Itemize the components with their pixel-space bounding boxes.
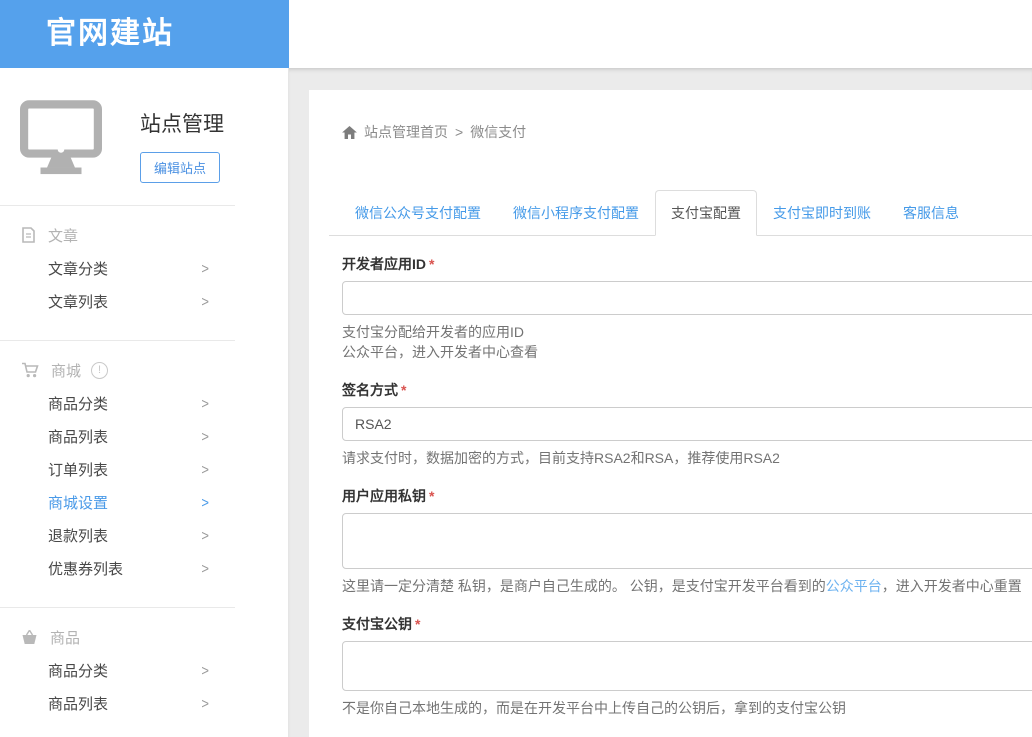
sign-type-help: 请求支付时，数据加密的方式，目前支持RSA2和RSA，推荐使用RSA2 xyxy=(342,448,1032,468)
cart-icon xyxy=(21,362,39,378)
sidebar-item-article-category[interactable]: 文章分类 > xyxy=(0,252,235,285)
field-label-text: 支付宝公钥 xyxy=(342,616,412,632)
edit-site-button[interactable]: 编辑站点 xyxy=(140,152,220,183)
sidebar-section-article-header: 文章 xyxy=(0,218,235,252)
sign-type-input[interactable] xyxy=(342,407,1032,441)
developer-app-id-label: 开发者应用ID* xyxy=(342,254,1032,274)
sidebar-item-order-list[interactable]: 订单列表 > xyxy=(0,453,235,486)
sidebar-item-product-list[interactable]: 商品列表 > xyxy=(0,420,235,453)
app-logo: 官网建站 xyxy=(0,0,289,68)
sidebar-section-label: 商品 xyxy=(50,627,80,648)
sidebar-item-label: 商城设置 xyxy=(48,492,108,513)
sidebar-item-coupon-list[interactable]: 优惠券列表 > xyxy=(0,552,235,585)
tab-alipay-instant[interactable]: 支付宝即时到账 xyxy=(757,190,887,236)
required-mark: * xyxy=(415,616,420,632)
sidebar-section-label: 文章 xyxy=(48,225,78,246)
sidebar-section-mall-header: 商城 ! xyxy=(0,353,235,387)
content-panel: 站点管理首页 > 微信支付 微信公众号支付配置 微信小程序支付配置 支付宝配置 … xyxy=(309,90,1032,737)
sign-type-label: 签名方式* xyxy=(342,380,1032,400)
breadcrumb: 站点管理首页 > 微信支付 xyxy=(342,122,1032,142)
sidebar-item-product-category[interactable]: 商品分类 > xyxy=(0,387,235,420)
chevron-right-icon: > xyxy=(201,428,209,445)
sidebar-item-label: 商品列表 xyxy=(48,693,108,714)
sidebar-item-article-list[interactable]: 文章列表 > xyxy=(0,285,235,318)
sidebar-section-article: 文章 文章分类 > 文章列表 > xyxy=(0,205,235,318)
developer-app-id-help-1: 支付宝分配给开发者的应用ID xyxy=(342,322,1032,342)
basket-icon xyxy=(21,629,38,645)
sidebar-item-label: 文章列表 xyxy=(48,291,108,312)
tab-wechat-miniprogram-pay[interactable]: 微信小程序支付配置 xyxy=(497,190,655,236)
sidebar-item-label: 文章分类 xyxy=(48,258,108,279)
document-icon xyxy=(21,227,36,243)
sidebar-item-label: 商品列表 xyxy=(48,426,108,447)
chevron-right-icon: > xyxy=(201,527,209,544)
site-title: 站点管理 xyxy=(140,108,224,138)
chevron-right-icon: > xyxy=(201,461,209,478)
chevron-right-icon: > xyxy=(201,494,209,511)
home-icon xyxy=(342,126,357,139)
chevron-right-icon: > xyxy=(201,662,209,679)
chevron-right-icon: > xyxy=(201,560,209,577)
alipay-public-key-help: 不是你自己本地生成的，而是在开发平台中上传自己的公钥后，拿到的支付宝公钥 xyxy=(342,698,1032,718)
breadcrumb-current: 微信支付 xyxy=(470,122,526,142)
user-private-key-label: 用户应用私钥* xyxy=(342,486,1032,506)
help-text: 这里请一定分清楚 私钥，是商户自己生成的。 公钥，是支付宝开发平台看到的 xyxy=(342,578,826,594)
public-platform-link[interactable]: 公众平台 xyxy=(826,578,882,594)
sidebar-item-refund-list[interactable]: 退款列表 > xyxy=(0,519,235,552)
sidebar-section-goods: 商品 商品分类 > 商品列表 > xyxy=(0,607,235,720)
tab-customer-service[interactable]: 客服信息 xyxy=(887,190,975,236)
alipay-public-key-textarea[interactable] xyxy=(342,641,1032,691)
site-head-text: 站点管理 编辑站点 xyxy=(140,100,224,183)
user-private-key-textarea[interactable] xyxy=(342,513,1032,569)
help-text: ，进入开发者中心重置 xyxy=(882,578,1022,594)
sidebar-section-label: 商城 xyxy=(51,360,81,381)
tab-bar: 微信公众号支付配置 微信小程序支付配置 支付宝配置 支付宝即时到账 客服信息 xyxy=(329,190,1032,236)
chevron-right-icon: > xyxy=(201,260,209,277)
required-mark: * xyxy=(401,382,406,398)
alipay-public-key-label: 支付宝公钥* xyxy=(342,614,1032,634)
developer-app-id-input[interactable] xyxy=(342,281,1032,315)
field-label-text: 开发者应用ID xyxy=(342,256,426,272)
sidebar-item-label: 商品分类 xyxy=(48,660,108,681)
breadcrumb-separator: > xyxy=(455,124,463,140)
chevron-right-icon: > xyxy=(201,293,209,310)
sidebar-item-goods-category[interactable]: 商品分类 > xyxy=(0,654,235,687)
breadcrumb-home-link[interactable]: 站点管理首页 xyxy=(364,122,448,142)
sidebar-item-label: 商品分类 xyxy=(48,393,108,414)
field-label-text: 用户应用私钥 xyxy=(342,488,426,504)
required-mark: * xyxy=(429,256,434,272)
alipay-config-form: 开发者应用ID* 支付宝分配给开发者的应用ID 公众平台，进入开发者中心查看 签… xyxy=(329,254,1032,737)
sidebar: 站点管理 编辑站点 文章 文章分类 > 文章列表 > xyxy=(0,68,289,737)
tab-alipay-config[interactable]: 支付宝配置 xyxy=(655,190,757,236)
sidebar-item-label: 优惠券列表 xyxy=(48,558,123,579)
field-label-text: 签名方式 xyxy=(342,382,398,398)
sidebar-section-goods-header: 商品 xyxy=(0,620,235,654)
monitor-icon xyxy=(20,100,102,183)
header-spacer xyxy=(289,0,1032,68)
chevron-right-icon: > xyxy=(201,395,209,412)
developer-app-id-help-2: 公众平台，进入开发者中心查看 xyxy=(342,342,1032,362)
warning-circle-icon: ! xyxy=(91,362,108,379)
site-head: 站点管理 编辑站点 xyxy=(20,100,288,183)
content-area: 站点管理首页 > 微信支付 微信公众号支付配置 微信小程序支付配置 支付宝配置 … xyxy=(289,68,1032,737)
sidebar-item-mall-settings[interactable]: 商城设置 > xyxy=(0,486,235,519)
sidebar-item-label: 退款列表 xyxy=(48,525,108,546)
user-private-key-help: 这里请一定分清楚 私钥，是商户自己生成的。 公钥，是支付宝开发平台看到的公众平台… xyxy=(342,576,1032,596)
sidebar-item-label: 订单列表 xyxy=(48,459,108,480)
tab-wechat-official-pay[interactable]: 微信公众号支付配置 xyxy=(339,190,497,236)
chevron-right-icon: > xyxy=(201,695,209,712)
sidebar-section-mall: 商城 ! 商品分类 > 商品列表 > 订单列表 > 商城设置 > 退款列表 > xyxy=(0,340,235,585)
required-mark: * xyxy=(429,488,434,504)
sidebar-item-goods-list[interactable]: 商品列表 > xyxy=(0,687,235,720)
app-header: 官网建站 xyxy=(0,0,1032,68)
